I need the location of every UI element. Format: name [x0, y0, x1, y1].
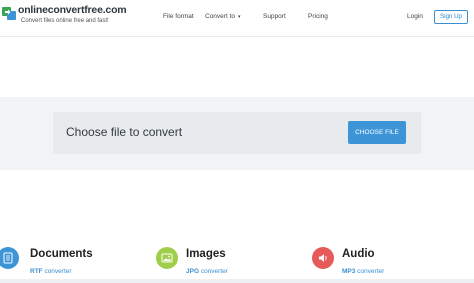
nav-file-format[interactable]: File format	[163, 13, 194, 20]
upload-section: Choose file to convert CHOOSE FILE	[0, 97, 474, 170]
category-link[interactable]: JPG converter	[186, 268, 228, 275]
login-link[interactable]: Login	[407, 13, 423, 20]
link-format: JPG	[186, 268, 200, 275]
link-format: RTF	[30, 268, 43, 275]
choose-file-prompt: Choose file to convert	[66, 125, 183, 139]
audio-icon	[312, 247, 334, 269]
site-header: onlineconvertfree.com Convert files onli…	[0, 0, 474, 37]
choose-file-button[interactable]: CHOOSE FILE	[348, 121, 406, 144]
category-title: Documents	[30, 248, 93, 260]
link-suffix: converter	[355, 268, 385, 275]
category-link[interactable]: RTF converter	[30, 268, 72, 275]
chevron-down-icon: ▾	[238, 14, 241, 20]
link-suffix: converter	[42, 268, 72, 275]
nav-pricing[interactable]: Pricing	[308, 13, 328, 20]
bottom-divider	[0, 279, 474, 283]
logo-mark-icon	[2, 7, 16, 20]
nav-support[interactable]: Support	[263, 13, 286, 20]
link-suffix: converter	[199, 268, 228, 275]
logo-tagline: Convert files online free and fast!	[21, 18, 109, 24]
upload-box[interactable]: Choose file to convert CHOOSE FILE	[53, 112, 421, 154]
nav-convert-to-label: Convert to	[205, 13, 235, 20]
signup-button[interactable]: Sign Up	[434, 10, 468, 24]
category-title: Images	[186, 248, 226, 260]
nav-convert-to[interactable]: Convert to ▾	[205, 13, 241, 20]
link-format: MP3	[342, 268, 356, 275]
image-icon	[156, 247, 178, 269]
document-icon	[0, 247, 19, 269]
category-link[interactable]: MP3 converter	[342, 268, 384, 275]
category-title: Audio	[342, 248, 375, 260]
logo-title: onlineconvertfree.com	[18, 4, 127, 16]
